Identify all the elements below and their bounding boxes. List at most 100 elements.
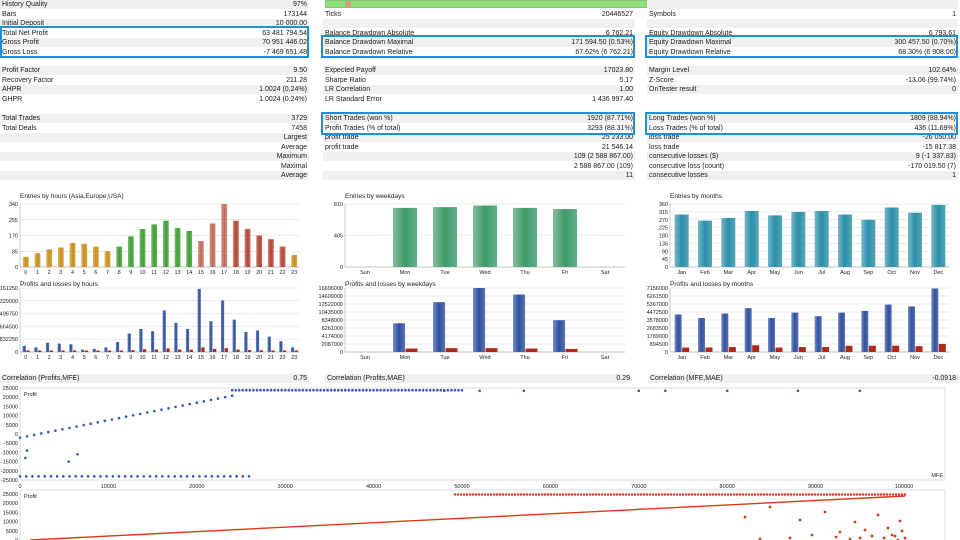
mae-dot bbox=[823, 510, 827, 514]
loss-bar bbox=[131, 350, 135, 352]
mae-dot bbox=[891, 493, 895, 496]
x-tick-label: 13 bbox=[174, 355, 180, 361]
profit-bar bbox=[721, 313, 729, 352]
mae-dot bbox=[819, 493, 823, 496]
mfe-dot bbox=[372, 388, 375, 392]
chart-bar bbox=[209, 223, 216, 267]
y-tick-label: 2087000 bbox=[322, 342, 343, 348]
mae-dot bbox=[543, 493, 547, 496]
x-tick-label: 5 bbox=[83, 270, 86, 276]
mfe-dot bbox=[247, 475, 251, 478]
mfe-dot bbox=[89, 422, 93, 425]
mfe-dot bbox=[43, 475, 47, 478]
mae-dot bbox=[743, 515, 747, 519]
mfe-dot bbox=[74, 475, 77, 478]
mae-dot bbox=[723, 493, 727, 496]
x-tick-label: Mar bbox=[724, 270, 734, 276]
scatter-mfe-y-tick: 25000 bbox=[3, 386, 18, 392]
y-tick-label: 7156000 bbox=[647, 286, 668, 292]
y-tick-label: 85 bbox=[12, 249, 18, 255]
x-tick-label: Wed bbox=[479, 270, 490, 276]
profit-bar bbox=[393, 323, 405, 352]
mfe-dot bbox=[315, 388, 319, 392]
x-tick-label: 3 bbox=[59, 270, 62, 276]
mae-dot bbox=[453, 493, 457, 496]
profit-bar bbox=[209, 321, 213, 352]
loss-bar bbox=[154, 349, 158, 352]
mae-dot bbox=[666, 493, 670, 496]
mae-dot bbox=[531, 493, 535, 496]
y-tick-label: 270 bbox=[659, 218, 668, 224]
profit-bar bbox=[931, 288, 939, 352]
loss-bar bbox=[84, 350, 88, 352]
profit-bar bbox=[232, 319, 236, 352]
loss-bar bbox=[283, 350, 287, 352]
mfe-dot bbox=[18, 436, 22, 439]
x-tick-label: Fri bbox=[562, 270, 568, 276]
mae-dot bbox=[651, 493, 655, 496]
profit-bar bbox=[185, 328, 190, 352]
scatter-mfe-y-tick: -5000 bbox=[4, 441, 18, 447]
x-tick-label: Feb bbox=[700, 355, 709, 361]
loss-bar bbox=[525, 348, 538, 352]
x-tick-label: Jul bbox=[818, 270, 825, 276]
y-tick-label: 1789000 bbox=[647, 334, 668, 340]
mfe-dot bbox=[18, 475, 22, 478]
loss-bar bbox=[565, 348, 578, 352]
mae-dot bbox=[813, 493, 817, 496]
mfe-dot bbox=[478, 389, 481, 393]
y-tick-label: 45 bbox=[662, 257, 668, 263]
x-tick-label: Sep bbox=[863, 355, 873, 361]
x-tick-label: Oct bbox=[887, 355, 896, 361]
x-tick-label: 7 bbox=[106, 270, 109, 276]
mfe-dot bbox=[425, 388, 428, 392]
profit-bar bbox=[34, 347, 38, 352]
x-tick-label: Jul bbox=[818, 355, 825, 361]
mae-dot bbox=[507, 493, 511, 496]
mfe-dot bbox=[25, 449, 29, 452]
mfe-dot bbox=[229, 475, 232, 478]
mae-dot bbox=[900, 493, 904, 496]
chart-title: Profits and losses by weekdays bbox=[345, 281, 436, 288]
profit-bar bbox=[674, 314, 682, 352]
mfe-dot bbox=[124, 415, 128, 419]
chart-bar bbox=[393, 207, 417, 267]
chart-bar bbox=[473, 205, 497, 267]
chart-bar bbox=[81, 243, 88, 267]
mae-dot bbox=[621, 493, 625, 496]
mfe-dot bbox=[351, 388, 354, 392]
loss-bar bbox=[201, 347, 205, 352]
chart-title: Profits and losses by hours bbox=[20, 281, 99, 288]
loss-bar bbox=[38, 350, 42, 352]
scatter-mfe-x-tick: 10000 bbox=[101, 484, 116, 490]
loss-bar bbox=[178, 349, 182, 352]
mae-dot bbox=[903, 493, 907, 496]
mfe-dot bbox=[37, 475, 40, 478]
profit-bar bbox=[197, 288, 201, 352]
mae-dot bbox=[660, 493, 664, 496]
chart-bar bbox=[768, 215, 782, 267]
chart-bar bbox=[744, 211, 759, 267]
mfe-dot bbox=[344, 388, 347, 392]
x-tick-label: Mon bbox=[400, 355, 411, 361]
mfe-dot bbox=[117, 475, 121, 478]
mae-dot bbox=[831, 493, 835, 496]
mae-dot bbox=[870, 493, 874, 496]
mae-dot bbox=[828, 493, 832, 496]
scatter-mae-y-tick: 20000 bbox=[3, 501, 18, 507]
x-tick-label: Thu bbox=[520, 355, 529, 361]
mae-dot bbox=[759, 493, 763, 496]
loss-bar bbox=[49, 350, 53, 352]
x-tick-label: Jun bbox=[794, 355, 803, 361]
profit-bar bbox=[884, 304, 892, 352]
y-tick-label: 810 bbox=[334, 202, 343, 208]
mae-dot bbox=[750, 493, 754, 496]
mfe-dot bbox=[191, 475, 195, 478]
mfe-dot bbox=[248, 388, 252, 392]
x-tick-label: Dec bbox=[933, 355, 943, 361]
mfe-dot bbox=[432, 388, 436, 392]
mfe-dot bbox=[68, 426, 71, 430]
chart-bar bbox=[116, 246, 123, 267]
mfe-dot bbox=[460, 388, 464, 392]
mae-dot bbox=[549, 493, 553, 496]
